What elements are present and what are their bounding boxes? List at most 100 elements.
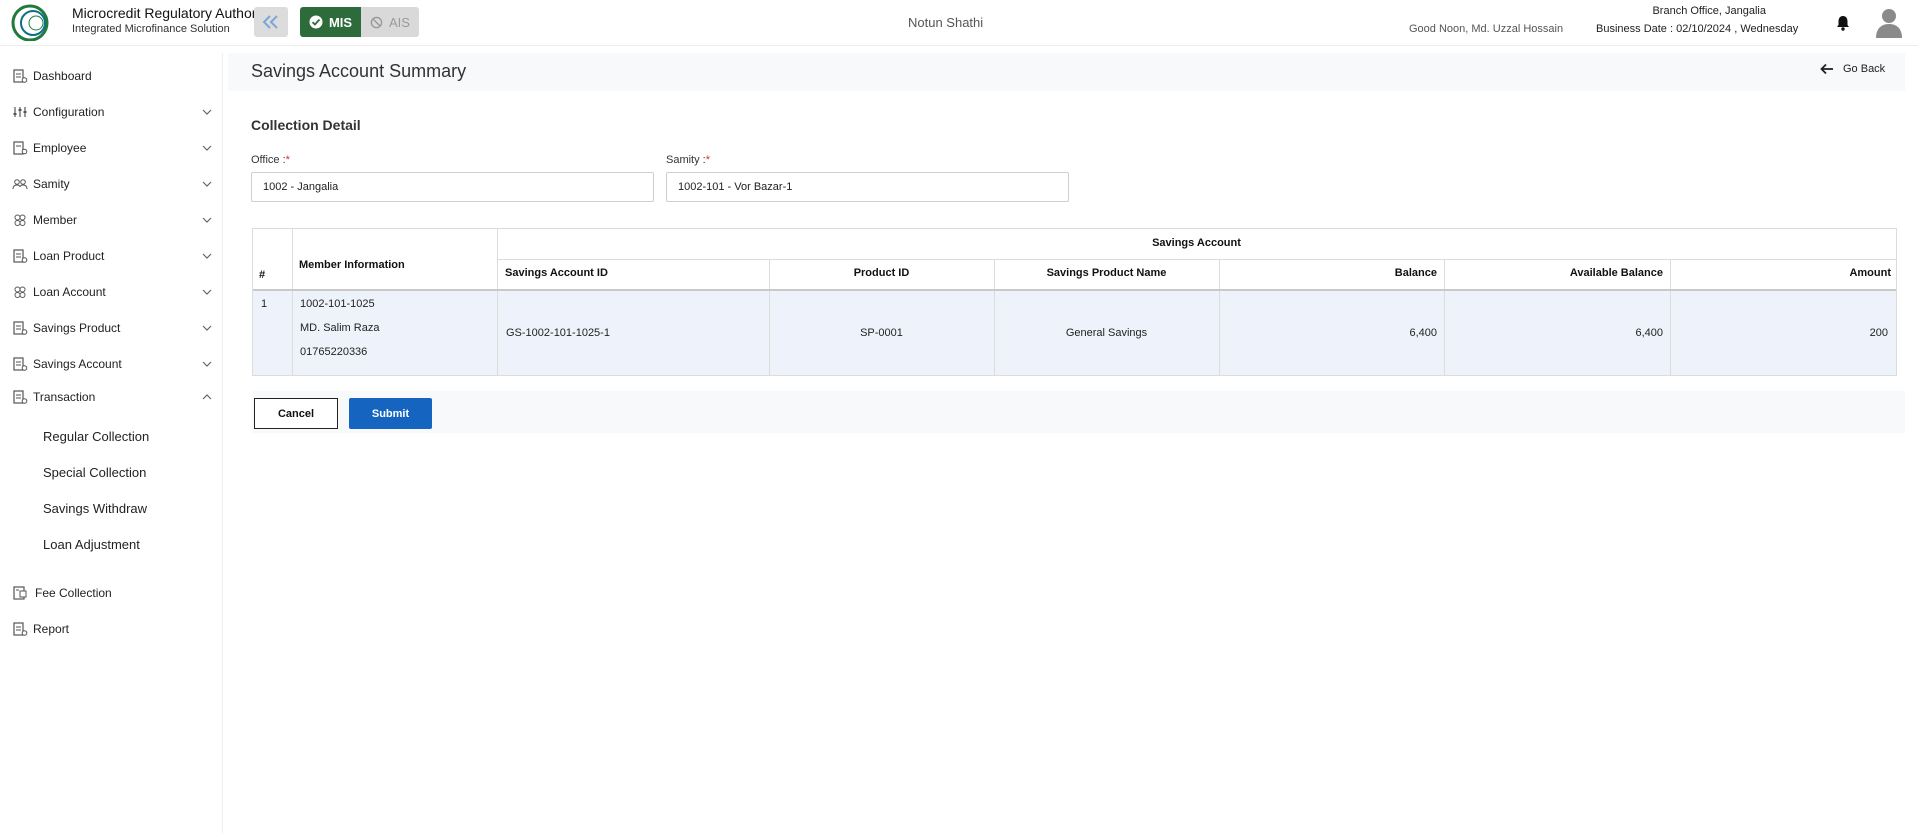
group-header-wrap: Savings Account — [253, 237, 1896, 249]
sidebar-item-label: Transaction — [33, 390, 96, 404]
employee-icon — [13, 141, 28, 155]
chevron-down-icon — [202, 253, 212, 259]
cell-amount[interactable]: 200 — [1670, 327, 1896, 339]
office-label: Office :* — [251, 154, 290, 166]
sidebar-item-label: Savings Product — [33, 321, 121, 335]
mis-label: MIS — [328, 14, 353, 30]
required-mark: * — [705, 154, 711, 166]
col-header-account-id: Savings Account ID — [505, 267, 608, 279]
chevron-down-icon — [202, 217, 212, 223]
main-content — [228, 53, 1918, 833]
col-header-product-id: Product ID — [853, 267, 910, 279]
col-header-balance: Balance — [1394, 267, 1437, 279]
chevron-down-icon — [202, 145, 212, 151]
table-header-divider — [253, 289, 1896, 291]
document-icon — [13, 249, 28, 263]
document-icon — [13, 321, 28, 335]
chevron-down-icon — [202, 325, 212, 331]
sidebar-item-label: Samity — [33, 177, 70, 191]
chevron-down-icon — [202, 109, 212, 115]
check-circle-icon — [309, 15, 323, 29]
cell-index: 1 — [261, 298, 268, 310]
block-icon — [370, 16, 383, 28]
cancel-button[interactable]: Cancel — [254, 398, 338, 429]
sidebar-item-fee-collection[interactable]: Fee Collection — [0, 578, 222, 608]
double-chevron-left-icon — [262, 15, 278, 29]
arrow-left-icon — [1820, 63, 1833, 75]
savings-collection-table: Savings Account # Member Information Sav… — [252, 228, 1897, 376]
fee-icon — [13, 586, 27, 600]
office-field[interactable] — [251, 172, 654, 202]
sidebar-item-member[interactable]: Member — [0, 205, 222, 235]
submit-button[interactable]: Submit — [349, 398, 432, 429]
chevron-up-icon — [202, 394, 212, 400]
samity-field[interactable] — [666, 172, 1069, 202]
go-back-label: Go Back — [1843, 63, 1886, 75]
sliders-icon — [13, 107, 27, 117]
sidebar-item-employee[interactable]: Employee — [0, 133, 222, 163]
section-title: Collection Detail — [251, 117, 361, 133]
sidebar-item-label: Employee — [33, 141, 87, 155]
ais-label: AIS — [389, 14, 410, 30]
user-greeting: Good Noon, Md. Uzzal Hossain — [1409, 23, 1564, 35]
user-avatar-icon[interactable] — [1874, 6, 1904, 38]
brand-subtitle: Integrated Microfinance Solution — [72, 23, 230, 35]
required-mark: * — [285, 154, 290, 166]
sidebar-subitem-special-collection[interactable]: Special Collection — [43, 465, 146, 480]
col-header-available-balance: Available Balance — [1569, 267, 1663, 279]
cell-balance: 6,400 — [1409, 327, 1437, 339]
chevron-down-icon — [202, 181, 212, 187]
top-header: Microcredit Regulatory Authority Integra… — [0, 0, 1918, 46]
chevron-down-icon — [202, 361, 212, 367]
sidebar-item-label: Member — [33, 213, 78, 227]
sidebar-item-report[interactable]: Report — [0, 614, 222, 644]
business-date: Business Date : 02/10/2024 , Wednesday — [1596, 23, 1799, 35]
group-header-savings-account: Savings Account — [1152, 237, 1241, 249]
sidebar-item-samity[interactable]: Samity — [0, 169, 222, 199]
sidebar-item-dashboard[interactable]: Dashboard — [0, 61, 222, 91]
sidebar: Dashboard Configuration Employee Samity … — [0, 53, 222, 833]
sidebar-item-loan-product[interactable]: Loan Product — [0, 241, 222, 271]
ais-toggle-button[interactable]: AIS — [361, 7, 419, 37]
col-header-index: # — [259, 269, 266, 281]
collapse-sidebar-button[interactable] — [254, 7, 288, 37]
page-title-bar — [228, 53, 1905, 91]
cell-product-id: SP-0001 — [860, 327, 903, 339]
sidebar-item-label: Fee Collection — [35, 586, 112, 600]
branch-office: Branch Office, Jangalia — [1652, 5, 1766, 17]
chevron-down-icon — [202, 289, 212, 295]
table-grid-line — [292, 229, 293, 375]
col-header-amount: Amount — [1849, 267, 1891, 279]
cell-member-id: 1002-101-1025 — [300, 298, 375, 310]
go-back-button[interactable]: Go Back — [1820, 63, 1885, 75]
cell-member-phone: 01765220336 — [300, 346, 368, 358]
sidebar-item-label: Savings Account — [33, 357, 122, 371]
cell-product-name: General Savings — [1065, 327, 1148, 339]
sidebar-item-label: Loan Product — [33, 249, 105, 263]
sidebar-subitem-regular-collection[interactable]: Regular Collection — [43, 429, 149, 444]
bell-icon[interactable] — [1834, 14, 1852, 32]
cell-available-balance: 6,400 — [1635, 327, 1663, 339]
page-title: Savings Account Summary — [251, 61, 467, 81]
member-icon — [14, 214, 26, 226]
mra-logo — [11, 4, 49, 41]
samity-label: Samity :* — [666, 154, 711, 166]
sidebar-item-savings-product[interactable]: Savings Product — [0, 313, 222, 343]
account-icon — [14, 286, 26, 298]
sidebar-item-loan-account[interactable]: Loan Account — [0, 277, 222, 307]
cell-account-id: GS-1002-101-1025-1 — [506, 327, 610, 339]
report-icon — [13, 622, 28, 636]
sidebar-item-savings-account[interactable]: Savings Account — [0, 349, 222, 379]
col-header-member: Member Information — [299, 259, 405, 271]
col-header-product-name: Savings Product Name — [1046, 267, 1167, 279]
table-grid-line — [497, 229, 498, 375]
brand-title: Microcredit Regulatory Authority — [72, 5, 271, 21]
sidebar-item-label: Loan Account — [33, 285, 106, 299]
sidebar-item-label: Report — [33, 622, 70, 636]
sidebar-item-configuration[interactable]: Configuration — [0, 97, 222, 127]
sidebar-subitem-loan-adjustment[interactable]: Loan Adjustment — [43, 537, 140, 552]
sidebar-subitem-savings-withdraw[interactable]: Savings Withdraw — [43, 501, 147, 516]
sidebar-item-transaction[interactable]: Transaction — [0, 382, 222, 412]
table-grid-line — [497, 259, 1896, 260]
mis-toggle-button[interactable]: MIS — [300, 7, 361, 37]
